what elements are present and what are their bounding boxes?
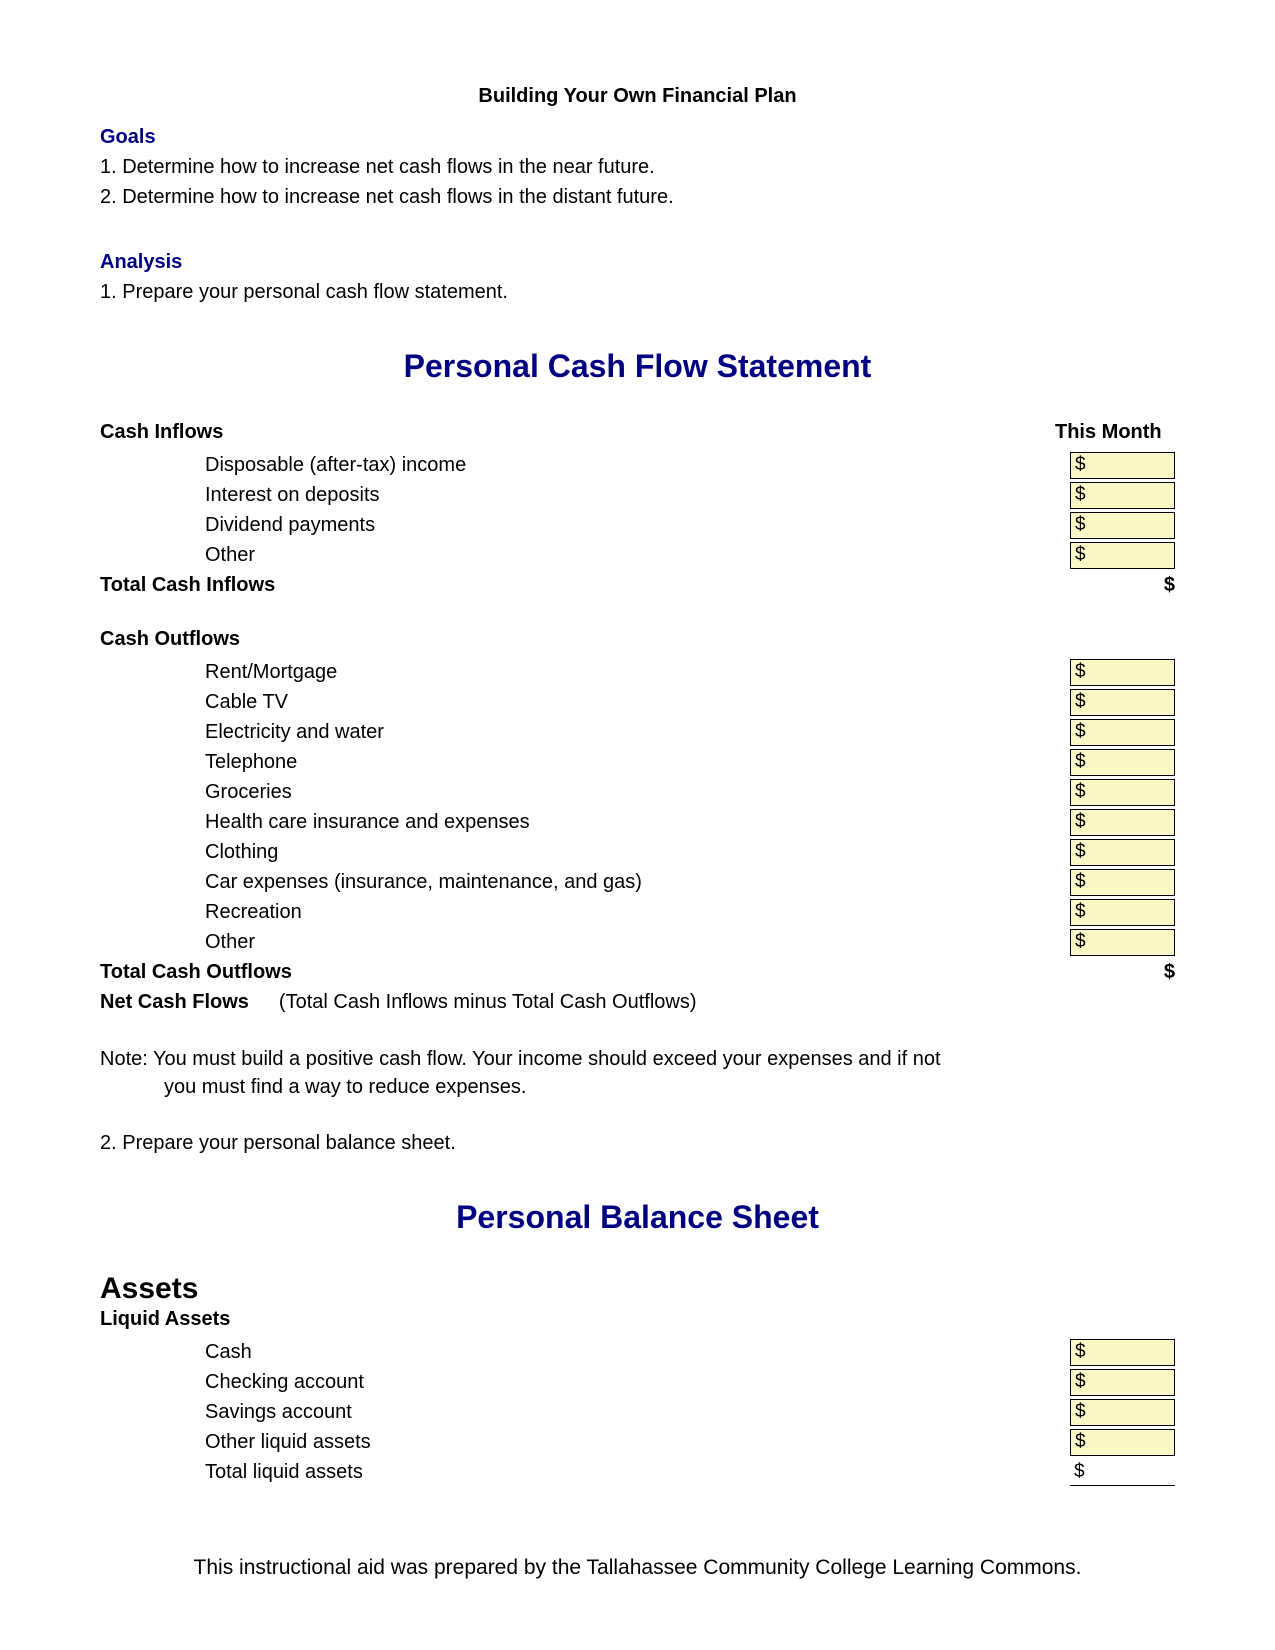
input-cell[interactable]: $: [1070, 899, 1175, 926]
cash-flow-title: Personal Cash Flow Statement: [100, 348, 1175, 385]
table-row: Dividend payments $: [100, 510, 1175, 540]
total-inflows-label: Total Cash Inflows: [100, 570, 1164, 600]
outflow-label: Cable TV: [205, 687, 1070, 717]
asset-label: Other liquid assets: [205, 1427, 1070, 1457]
outflow-label: Car expenses (insurance, maintenance, an…: [205, 867, 1070, 897]
asset-label: Checking account: [205, 1367, 1070, 1397]
table-row: Other liquid assets $: [100, 1427, 1175, 1457]
input-cell[interactable]: $: [1070, 659, 1175, 686]
table-row: Cash $: [100, 1337, 1175, 1367]
analysis-item: 1. Prepare your personal cash flow state…: [100, 278, 1175, 306]
input-cell[interactable]: $: [1070, 1399, 1175, 1426]
total-cell: $: [1164, 957, 1175, 987]
input-cell[interactable]: $: [1070, 719, 1175, 746]
outflow-label: Recreation: [205, 897, 1070, 927]
this-month-header: This Month: [1055, 421, 1175, 444]
assets-header: Assets: [100, 1272, 1175, 1306]
total-cell: $: [1164, 570, 1175, 600]
asset-label: Cash: [205, 1337, 1070, 1367]
cash-inflows-table: Cash Inflows This Month Disposable (afte…: [100, 421, 1175, 600]
page-title: Building Your Own Financial Plan: [100, 85, 1175, 108]
balance-sheet-title: Personal Balance Sheet: [100, 1199, 1175, 1236]
table-row: Clothing $: [100, 837, 1175, 867]
note-line: you must find a way to reduce expenses.: [100, 1073, 1175, 1101]
asset-label: Savings account: [205, 1397, 1070, 1427]
net-cash-flows-label: Net Cash Flows: [100, 987, 249, 1017]
outflow-label: Rent/Mortgage: [205, 657, 1070, 687]
outflow-label: Groceries: [205, 777, 1070, 807]
input-cell[interactable]: $: [1070, 482, 1175, 509]
table-row: Telephone $: [100, 747, 1175, 777]
note-line: Note: You must build a positive cash flo…: [100, 1045, 1175, 1073]
inflow-label: Other: [205, 540, 1070, 570]
input-cell[interactable]: $: [1070, 1339, 1175, 1366]
table-row: Checking account $: [100, 1367, 1175, 1397]
outflow-label: Health care insurance and expenses: [205, 807, 1070, 837]
input-cell[interactable]: $: [1070, 1369, 1175, 1396]
goals-header: Goals: [100, 126, 1175, 149]
note-block: Note: You must build a positive cash flo…: [100, 1045, 1175, 1101]
table-row: Electricity and water $: [100, 717, 1175, 747]
input-cell[interactable]: $: [1070, 452, 1175, 479]
goal-item: 1. Determine how to increase net cash fl…: [100, 153, 1175, 181]
table-row: Rent/Mortgage $: [100, 657, 1175, 687]
input-cell[interactable]: $: [1070, 542, 1175, 569]
input-cell[interactable]: $: [1070, 779, 1175, 806]
table-row: Savings account $: [100, 1397, 1175, 1427]
inflow-label: Interest on deposits: [205, 480, 1070, 510]
total-inflows-row: Total Cash Inflows $: [100, 570, 1175, 600]
table-row: Other $: [100, 540, 1175, 570]
inflow-label: Disposable (after-tax) income: [205, 450, 1070, 480]
total-outflows-row: Total Cash Outflows $: [100, 957, 1175, 987]
table-row: Cable TV $: [100, 687, 1175, 717]
input-cell[interactable]: $: [1070, 512, 1175, 539]
outflow-label: Electricity and water: [205, 717, 1070, 747]
outflow-label: Other: [205, 927, 1070, 957]
table-row: Other $: [100, 927, 1175, 957]
table-row: Recreation $: [100, 897, 1175, 927]
total-liquid-label: Total liquid assets: [205, 1457, 1070, 1487]
footer-text: This instructional aid was prepared by t…: [0, 1556, 1275, 1580]
input-cell[interactable]: $: [1070, 809, 1175, 836]
input-cell[interactable]: $: [1070, 689, 1175, 716]
total-outflows-label: Total Cash Outflows: [100, 957, 1164, 987]
table-row: Total liquid assets $: [100, 1457, 1175, 1487]
cash-inflows-header: Cash Inflows: [100, 421, 1055, 444]
liquid-assets-table: Cash $ Checking account $ Savings accoun…: [100, 1337, 1175, 1487]
table-row: Interest on deposits $: [100, 480, 1175, 510]
input-cell[interactable]: $: [1070, 839, 1175, 866]
input-cell[interactable]: $: [1070, 929, 1175, 956]
net-cash-flows-row: Net Cash Flows (Total Cash Inflows minus…: [100, 987, 1175, 1017]
cash-outflows-table: Cash Outflows Rent/Mortgage $ Cable TV $…: [100, 628, 1175, 1017]
outflow-label: Telephone: [205, 747, 1070, 777]
table-row: Health care insurance and expenses $: [100, 807, 1175, 837]
total-cell: $: [1070, 1459, 1175, 1486]
step-2: 2. Prepare your personal balance sheet.: [100, 1129, 1175, 1157]
liquid-assets-header: Liquid Assets: [100, 1308, 1175, 1331]
input-cell[interactable]: $: [1070, 869, 1175, 896]
input-cell[interactable]: $: [1070, 749, 1175, 776]
table-row: Groceries $: [100, 777, 1175, 807]
goal-item: 2. Determine how to increase net cash fl…: [100, 183, 1175, 211]
cash-outflows-header: Cash Outflows: [100, 628, 1055, 651]
inflow-label: Dividend payments: [205, 510, 1070, 540]
table-row: Car expenses (insurance, maintenance, an…: [100, 867, 1175, 897]
outflow-label: Clothing: [205, 837, 1070, 867]
analysis-header: Analysis: [100, 251, 1175, 274]
table-row: Disposable (after-tax) income $: [100, 450, 1175, 480]
input-cell[interactable]: $: [1070, 1429, 1175, 1456]
net-cash-flows-desc: (Total Cash Inflows minus Total Cash Out…: [279, 987, 697, 1017]
